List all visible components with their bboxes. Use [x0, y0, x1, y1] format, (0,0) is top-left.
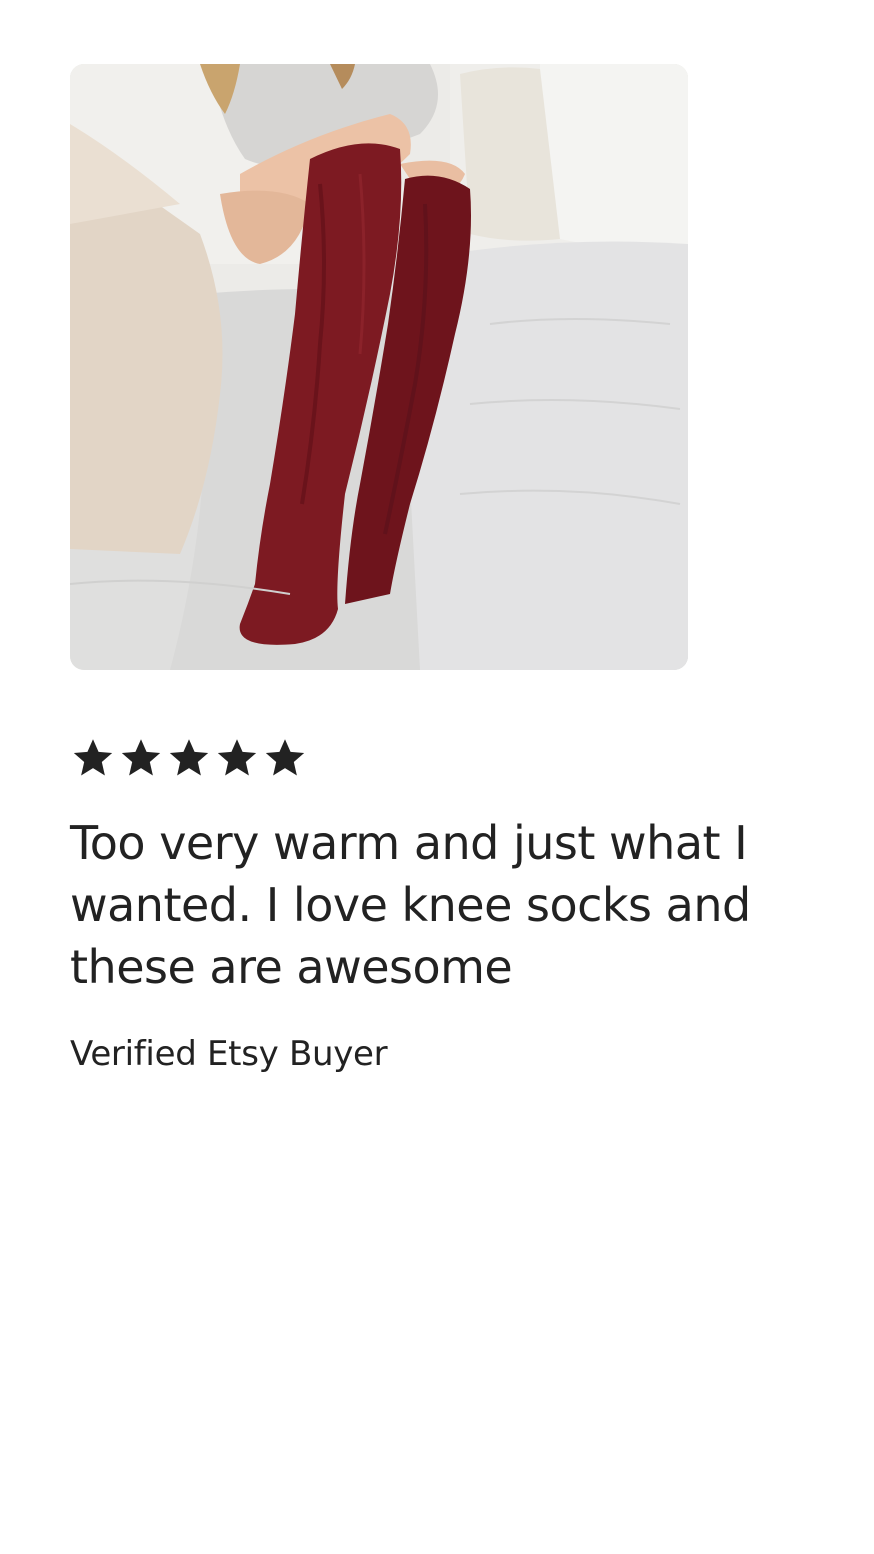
star-icon — [214, 735, 260, 781]
star-icon — [166, 735, 212, 781]
sock-photo-illustration — [70, 64, 688, 670]
star-rating — [70, 734, 810, 782]
star-icon — [70, 735, 116, 781]
star-icon — [262, 735, 308, 781]
reviewer-name: Verified Etsy Buyer — [70, 1034, 388, 1074]
review-card: Too very warm and just what I wanted. I … — [70, 64, 810, 1076]
review-text: Too very warm and just what I wanted. I … — [70, 816, 751, 994]
star-icon — [118, 735, 164, 781]
review-photo[interactable] — [70, 64, 688, 670]
